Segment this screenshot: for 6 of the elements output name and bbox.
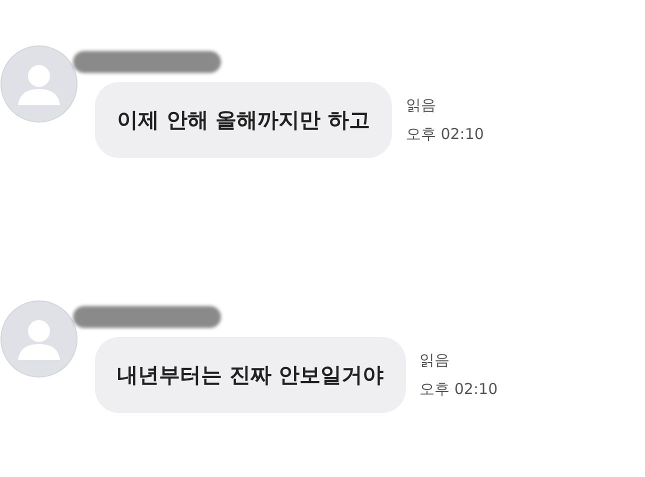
read-status: 읽음	[420, 351, 451, 370]
message-time: 오후 02:10	[420, 380, 498, 399]
read-status: 읽음	[406, 96, 437, 115]
message-bubble: 내년부터는 진짜 안보일거야	[95, 337, 406, 413]
message-bubble: 이제 안해 올해까지만 하고	[95, 82, 392, 158]
message-time: 오후 02:10	[406, 125, 484, 144]
